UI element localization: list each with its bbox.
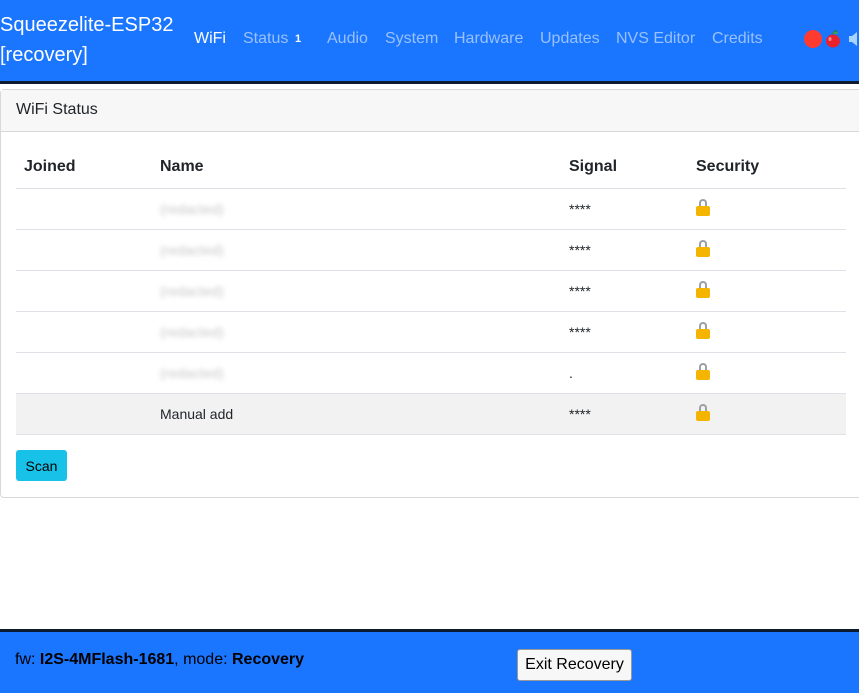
nav-audio[interactable]: Audio <box>327 29 368 49</box>
lock-icon <box>696 239 710 257</box>
navbar-divider <box>0 81 859 84</box>
ssid-cell: (redacted) <box>152 229 561 271</box>
table-row[interactable]: (redacted) . <box>16 352 846 394</box>
redacted-ssid: (redacted) <box>160 323 224 340</box>
ssid-cell: (redacted) <box>152 352 561 394</box>
status-badge: 1 <box>295 33 302 45</box>
exit-recovery-button[interactable]: Exit Recovery <box>517 649 632 681</box>
nav-system[interactable]: System <box>385 29 438 49</box>
security-cell <box>688 352 846 394</box>
signal-cell: . <box>561 352 688 394</box>
fw-version: I2S-4MFlash-1681 <box>39 651 175 668</box>
nav-updates[interactable]: Updates <box>540 29 600 49</box>
redacted-ssid: (redacted) <box>160 282 224 299</box>
security-cell <box>688 229 846 271</box>
security-cell <box>688 393 846 435</box>
brand[interactable]: Squeezelite-ESP32 [recovery] <box>0 10 173 70</box>
security-cell <box>688 188 846 230</box>
apple-icon <box>826 30 840 48</box>
lock-icon <box>696 403 710 421</box>
joined-cell <box>16 352 152 394</box>
nav-wifi[interactable]: WiFi <box>194 29 226 49</box>
table-row[interactable]: (redacted) **** <box>16 188 846 230</box>
ssid-cell: (redacted) <box>152 311 561 353</box>
ssid-cell: (redacted) <box>152 188 561 230</box>
card-title: WiFi Status <box>16 101 98 118</box>
footer-bar: fw: I2S-4MFlash-1681, mode: Recovery Exi… <box>0 632 859 693</box>
table-header-row: Joined Name Signal Security <box>16 146 846 189</box>
mode-label: , mode: <box>174 651 232 668</box>
wifi-table: Joined Name Signal Security (redacted) *… <box>16 146 846 435</box>
firmware-info: fw: I2S-4MFlash-1681, mode: Recovery <box>15 651 304 669</box>
joined-cell <box>16 270 152 312</box>
fw-label: fw: <box>15 651 40 668</box>
lock-icon <box>696 198 710 216</box>
signal-cell: **** <box>561 188 688 230</box>
redacted-ssid: (redacted) <box>160 364 224 381</box>
ssid-cell: (redacted) <box>152 270 561 312</box>
scan-button[interactable]: Scan <box>16 450 67 481</box>
joined-cell <box>16 311 152 353</box>
brand-mode: [recovery] <box>0 44 88 66</box>
manual-add-row[interactable]: Manual add **** <box>16 393 846 435</box>
column-header-security: Security <box>688 146 846 189</box>
column-header-joined: Joined <box>16 146 152 189</box>
card-header: WiFi Status <box>1 90 859 132</box>
security-cell <box>688 311 846 353</box>
red-status-dot-icon <box>804 30 822 48</box>
speaker-icon <box>849 32 857 46</box>
lock-icon <box>696 321 710 339</box>
manual-add-label: Manual add <box>152 393 561 435</box>
nav-nvs-editor[interactable]: NVS Editor <box>616 29 695 49</box>
wifi-status-card: WiFi Status Joined Name Signal Security … <box>0 89 859 498</box>
security-cell <box>688 270 846 312</box>
top-navbar: Squeezelite-ESP32 [recovery] WiFi Status… <box>0 0 859 81</box>
nav-credits[interactable]: Credits <box>712 29 763 49</box>
brand-name: Squeezelite-ESP32 <box>0 14 174 36</box>
joined-cell <box>16 229 152 271</box>
nav-status[interactable]: Status <box>243 29 288 49</box>
table-row[interactable]: (redacted) **** <box>16 229 846 271</box>
lock-icon <box>696 280 710 298</box>
nav-hardware[interactable]: Hardware <box>454 29 523 49</box>
column-header-signal: Signal <box>561 146 688 189</box>
signal-cell: **** <box>561 229 688 271</box>
signal-cell: **** <box>561 393 688 435</box>
column-header-name: Name <box>152 146 561 189</box>
joined-cell <box>16 188 152 230</box>
signal-cell: **** <box>561 270 688 312</box>
signal-cell: **** <box>561 311 688 353</box>
redacted-ssid: (redacted) <box>160 241 224 258</box>
mode-value: Recovery <box>231 651 305 668</box>
joined-cell <box>16 393 152 435</box>
lock-icon <box>696 362 710 380</box>
redacted-ssid: (redacted) <box>160 200 224 217</box>
table-row[interactable]: (redacted) **** <box>16 270 846 312</box>
table-row[interactable]: (redacted) **** <box>16 311 846 353</box>
